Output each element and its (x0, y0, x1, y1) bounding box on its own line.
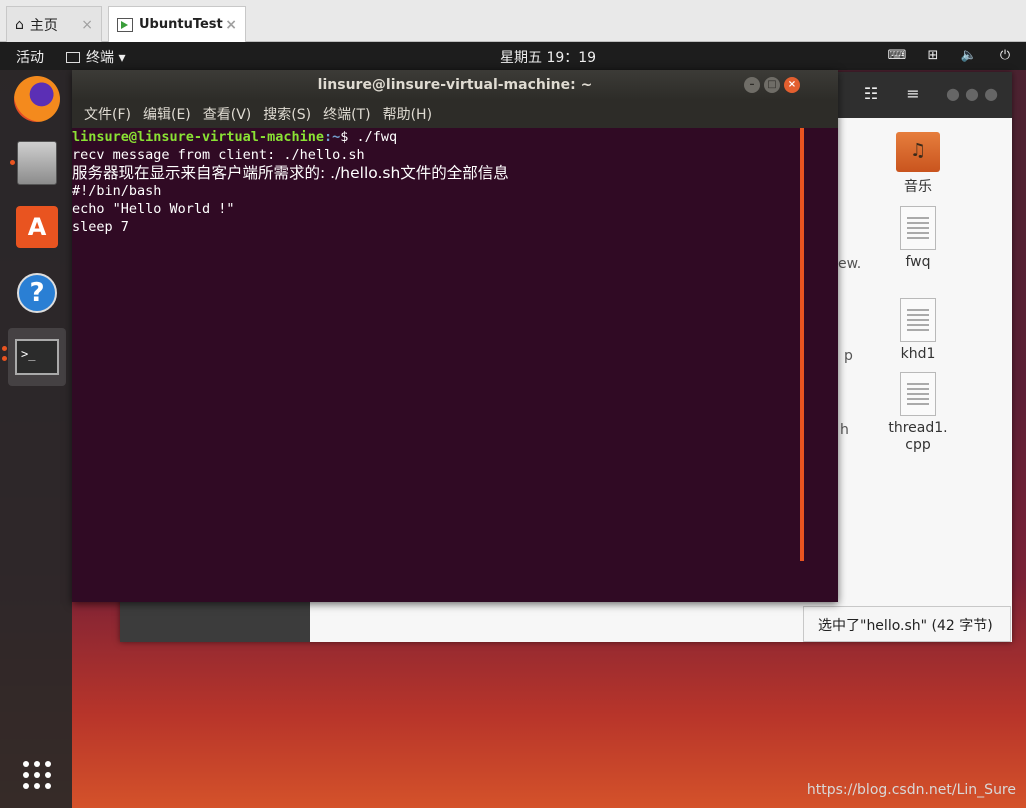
activities-button[interactable]: 活动 (16, 47, 44, 67)
vm-tab-strip: ⌂ 主页 × UbuntuTest × (0, 0, 1026, 42)
terminal-prompt-line: linsure@linsure-virtual-machine:~$ ./fwq (72, 128, 802, 146)
cpp-file-icon (900, 372, 936, 416)
running-indicator (10, 160, 15, 165)
selection-status: 选中了"hello.sh" (42 字节) (803, 606, 1011, 642)
close-button[interactable]: × (784, 77, 800, 93)
file-item-music[interactable]: ♫ 音乐 (873, 132, 963, 196)
terminal-output[interactable]: linsure@linsure-virtual-machine:~$ ./fwq… (72, 128, 802, 602)
terminal-line: echo "Hello World !" (72, 201, 235, 217)
top-panel: 活动 终端 ▾ 星期五 19：19 ⌨ ⊞ 🔈 ⏻ (0, 42, 1026, 70)
prompt-symbol: $ (340, 129, 357, 145)
close-icon[interactable]: × (225, 17, 237, 33)
ubuntu-desktop: 活动 终端 ▾ 星期五 19：19 ⌨ ⊞ 🔈 ⏻ ⌕ ☷ ≡ ● ● ● ♫ … (0, 42, 1026, 808)
menu-help[interactable]: 帮助(H) (377, 104, 438, 124)
close-icon[interactable]: × (81, 17, 93, 33)
dock-terminal[interactable]: >_ (2, 328, 66, 386)
window-controls-icon[interactable]: ● ● ● (942, 84, 1002, 106)
dock-firefox[interactable] (8, 70, 66, 128)
vm-tab-home-label: 主页 (29, 17, 58, 34)
terminal-small-icon (66, 51, 80, 63)
file-label: 音乐 (904, 179, 932, 195)
view-list-icon[interactable]: ☷ (860, 84, 882, 106)
terminal-icon: >_ (15, 339, 59, 375)
software-center-icon: A (16, 206, 58, 248)
vm-tab-ubuntutest[interactable]: UbuntuTest × (108, 6, 246, 42)
keyboard-icon[interactable]: ⌨ (888, 46, 907, 64)
terminal-line: recv message from client: ./hello.sh (72, 147, 365, 163)
file-label: fwq (905, 254, 931, 270)
show-applications-button[interactable] (8, 746, 66, 804)
menu-edit[interactable]: 编辑(E) (137, 104, 197, 124)
maximize-button[interactable]: □ (764, 77, 780, 93)
prompt-command: ./fwq (356, 129, 398, 145)
minimize-button[interactable]: – (744, 77, 760, 93)
network-icon[interactable]: ⊞ (924, 46, 942, 64)
running-indicator (2, 346, 7, 351)
vm-icon (117, 17, 133, 32)
partial-file-label: p (844, 348, 853, 364)
dock-software[interactable]: A (8, 198, 66, 256)
firefox-icon (14, 76, 60, 122)
menu-terminal[interactable]: 终端(T) (317, 104, 376, 124)
prompt-user: linsure@linsure-virtual-machine (72, 129, 324, 145)
file-item-thread1-cpp[interactable]: thread1. cpp (873, 372, 963, 454)
app-menu[interactable]: 终端 ▾ (66, 47, 125, 67)
file-item-fwq[interactable]: fwq (873, 206, 963, 270)
terminal-line: 服务器现在显示来自客户端所需求的: ./hello.sh文件的全部信息 (72, 164, 509, 182)
app-menu-label: 终端 ▾ (86, 50, 126, 66)
menu-file[interactable]: 文件(F) (78, 104, 137, 124)
terminal-line: #!/bin/bash (72, 183, 162, 199)
file-label: khd1 (900, 346, 936, 362)
menu-icon[interactable]: ≡ (902, 84, 924, 106)
music-folder-icon: ♫ (896, 132, 940, 172)
file-label: thread1. cpp (888, 420, 948, 453)
help-icon: ? (17, 273, 57, 313)
volume-icon[interactable]: 🔈 (960, 46, 978, 64)
terminal-menubar: 文件(F) 编辑(E) 查看(V) 搜索(S) 终端(T) 帮助(H) (72, 100, 838, 128)
home-icon: ⌂ (15, 16, 24, 33)
files-sidebar (120, 602, 310, 642)
terminal-line: sleep 7 (72, 219, 129, 235)
partial-file-label: ew. (838, 256, 862, 272)
terminal-window[interactable]: linsure@linsure-virtual-machine: ~ – □ ×… (72, 70, 838, 602)
prompt-path: :~ (323, 129, 341, 145)
dock: A ? >_ (0, 70, 72, 808)
partial-file-label: h (840, 422, 849, 438)
watermark: https://blog.csdn.net/Lin_Sure (806, 782, 1016, 798)
clock[interactable]: 星期五 19：19 (500, 47, 596, 67)
terminal-scrollbar[interactable] (800, 128, 804, 561)
terminal-titlebar[interactable]: linsure@linsure-virtual-machine: ~ – □ × (72, 70, 838, 100)
dock-files[interactable] (8, 134, 66, 192)
system-tray[interactable]: ⌨ ⊞ 🔈 ⏻ (888, 46, 1014, 64)
document-icon (900, 206, 936, 250)
document-icon (900, 298, 936, 342)
app-grid-icon (23, 761, 51, 789)
vm-tab-ubuntutest-label: UbuntuTest (139, 17, 223, 32)
terminal-title: linsure@linsure-virtual-machine: ~ (317, 77, 593, 93)
vm-tab-home[interactable]: ⌂ 主页 × (6, 6, 102, 42)
menu-view[interactable]: 查看(V) (197, 104, 258, 124)
file-item-khd1[interactable]: khd1 (873, 298, 963, 362)
file-cabinet-icon (17, 141, 57, 185)
dock-help[interactable]: ? (8, 264, 66, 322)
power-icon[interactable]: ⏻ (996, 46, 1014, 64)
menu-search[interactable]: 搜索(S) (257, 104, 317, 124)
running-indicator (2, 356, 7, 361)
